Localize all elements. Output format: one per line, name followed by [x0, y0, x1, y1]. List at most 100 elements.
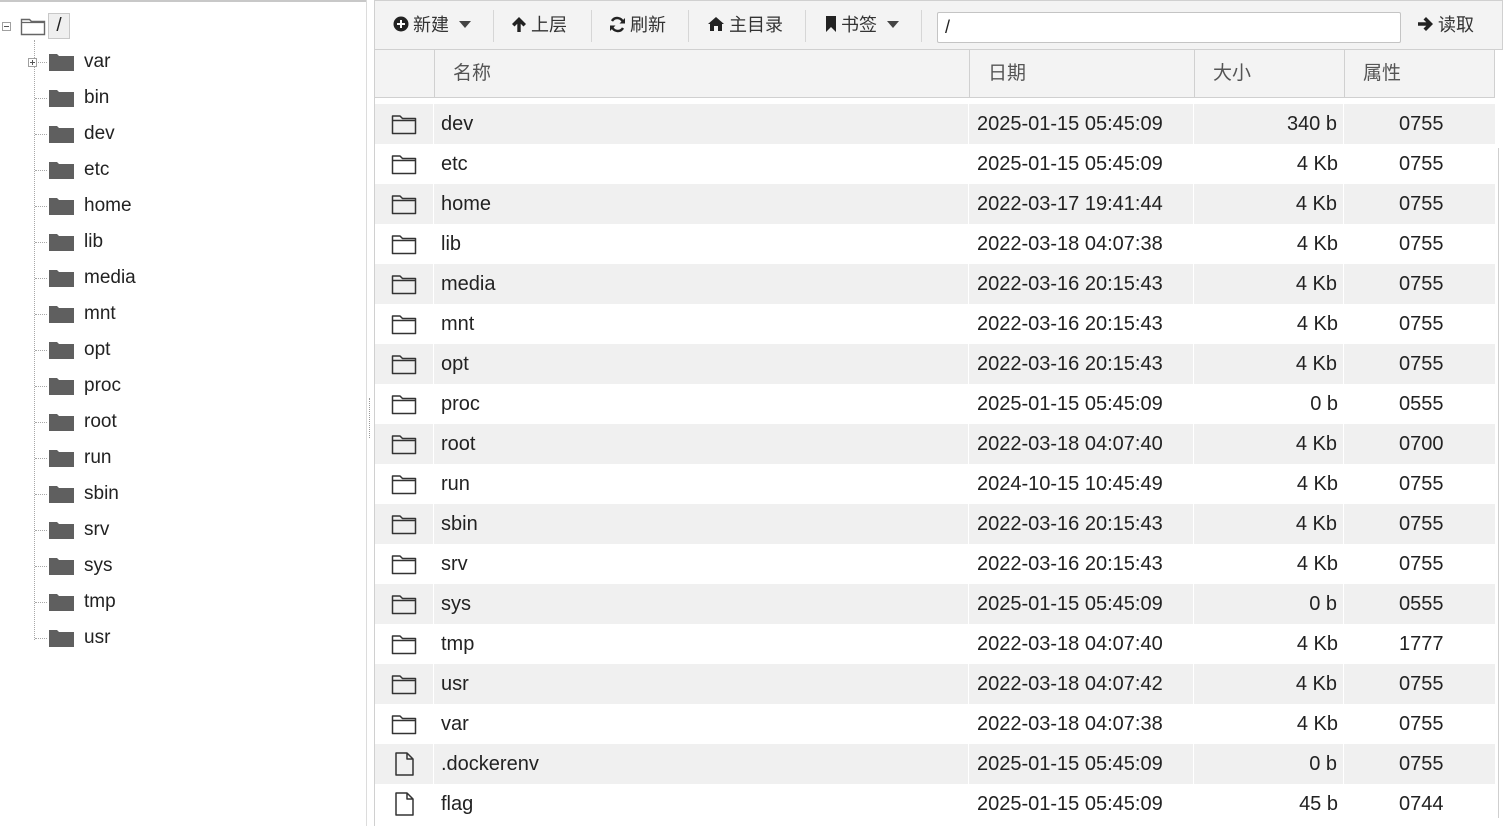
folder-icon: [391, 315, 417, 335]
file-row[interactable]: root 2022-03-18 04:07:40 4 Kb 0700: [375, 424, 1495, 464]
column-header-date[interactable]: 日期: [970, 50, 1195, 97]
file-row[interactable]: sbin 2022-03-16 20:15:43 4 Kb 0755: [375, 504, 1495, 544]
tree-item-home[interactable]: home: [0, 188, 360, 224]
collapse-toggle-icon[interactable]: [2, 22, 11, 31]
file-row[interactable]: home 2022-03-17 19:41:44 4 Kb 0755: [375, 184, 1495, 224]
file-name[interactable]: root: [434, 424, 969, 464]
column-header-attr[interactable]: 属性: [1345, 50, 1495, 97]
file-name[interactable]: sys: [434, 584, 969, 624]
tree-item-root[interactable]: root: [0, 404, 360, 440]
tree-item-proc[interactable]: proc: [0, 368, 360, 404]
file-size: 4 Kb: [1296, 313, 1338, 335]
tree-item-opt[interactable]: opt: [0, 332, 360, 368]
file-row[interactable]: opt 2022-03-16 20:15:43 4 Kb 0755: [375, 344, 1495, 384]
file-name[interactable]: flag: [434, 784, 969, 824]
file-row[interactable]: mnt 2022-03-16 20:15:43 4 Kb 0755: [375, 304, 1495, 344]
file-row-icon-cell: [375, 464, 434, 504]
file-row[interactable]: var 2022-03-18 04:07:38 4 Kb 0755: [375, 704, 1495, 744]
refresh-icon: [610, 16, 625, 32]
file-row[interactable]: proc 2025-01-15 05:45:09 0 b 0555: [375, 384, 1495, 424]
file-row[interactable]: .dockerenv 2025-01-15 05:45:09 0 b 0755: [375, 744, 1495, 784]
tree-item-label: home: [84, 195, 132, 216]
file-row[interactable]: srv 2022-03-16 20:15:43 4 Kb 0755: [375, 544, 1495, 584]
file-row[interactable]: media 2022-03-16 20:15:43 4 Kb 0755: [375, 264, 1495, 304]
file-size: 4 Kb: [1296, 713, 1338, 735]
file-name[interactable]: .dockerenv: [434, 744, 969, 784]
file-name[interactable]: dev: [434, 104, 969, 144]
folder-icon: [391, 595, 417, 615]
file-name[interactable]: home: [434, 184, 969, 224]
tree-item-label: root: [84, 411, 117, 432]
file-row-icon-cell: [375, 184, 434, 224]
file-row[interactable]: run 2024-10-15 10:45:49 4 Kb 0755: [375, 464, 1495, 504]
tree-item-bin[interactable]: bin: [0, 80, 360, 116]
home-button[interactable]: 主目录: [707, 1, 783, 49]
file-row-icon-cell: [375, 584, 434, 624]
file-name[interactable]: var: [434, 704, 969, 744]
column-header-name[interactable]: 名称: [435, 50, 970, 97]
file-list-header: 名称 日期 大小 属性: [374, 50, 1495, 98]
file-name[interactable]: run: [434, 464, 969, 504]
file-row[interactable]: lib 2022-03-18 04:07:38 4 Kb 0755: [375, 224, 1495, 264]
file-row[interactable]: tmp 2022-03-18 04:07:40 4 Kb 1777: [375, 624, 1495, 664]
path-input[interactable]: [937, 12, 1401, 43]
file-row-icon-cell: [375, 624, 434, 664]
file-size: 4 Kb: [1194, 664, 1344, 704]
file-name[interactable]: usr: [434, 664, 969, 704]
bookmarks-button[interactable]: 书签: [825, 1, 899, 49]
tree-item-run[interactable]: run: [0, 440, 360, 476]
file-name[interactable]: proc: [434, 384, 969, 424]
tree-item-tmp[interactable]: tmp: [0, 584, 360, 620]
tree-item-usr[interactable]: usr: [0, 620, 360, 656]
file-size: 4 Kb: [1194, 184, 1344, 224]
tree-item-lib[interactable]: lib: [0, 224, 360, 260]
folder-icon: [391, 675, 417, 695]
file-name[interactable]: tmp: [434, 624, 969, 664]
tree-item-label: tmp: [84, 591, 116, 612]
new-button[interactable]: 新建: [393, 1, 471, 49]
file-name[interactable]: lib: [434, 224, 969, 264]
tree-item-mnt[interactable]: mnt: [0, 296, 360, 332]
file-name[interactable]: mnt: [434, 304, 969, 344]
tree-item-label: srv: [84, 519, 110, 540]
tree-item-var[interactable]: var: [0, 44, 360, 80]
file-name[interactable]: sbin: [434, 504, 969, 544]
refresh-button[interactable]: 刷新: [609, 1, 666, 49]
column-header-size[interactable]: 大小: [1195, 50, 1345, 97]
tree-item-sbin[interactable]: sbin: [0, 476, 360, 512]
new-button-label: 新建: [413, 15, 449, 35]
folder-icon: [49, 234, 74, 251]
panel-splitter[interactable]: [366, 0, 374, 826]
file-attr: 0755: [1399, 313, 1444, 335]
tree-item-dev[interactable]: dev: [0, 116, 360, 152]
file-size: 4 Kb: [1194, 424, 1344, 464]
file-row-icon-cell: [375, 664, 434, 704]
file-row[interactable]: dev 2025-01-15 05:45:09 340 b 0755: [375, 104, 1495, 144]
tree-item-sys[interactable]: sys: [0, 548, 360, 584]
vertical-scrollbar[interactable]: [1495, 98, 1503, 826]
tree-item-label: proc: [84, 375, 121, 396]
file-row[interactable]: sys 2025-01-15 05:45:09 0 b 0555: [375, 584, 1495, 624]
file-name[interactable]: opt: [434, 344, 969, 384]
file-size: 4 Kb: [1296, 233, 1338, 255]
folder-icon: [49, 126, 74, 143]
file-name[interactable]: srv: [434, 544, 969, 584]
tree-item-label: mnt: [84, 303, 116, 324]
file-name[interactable]: media: [434, 264, 969, 304]
tree-root-label[interactable]: /: [48, 13, 70, 39]
file-row[interactable]: usr 2022-03-18 04:07:42 4 Kb 0755: [375, 664, 1495, 704]
read-button[interactable]: 读取: [1418, 1, 1474, 49]
bookmarks-label: 书签: [841, 15, 877, 35]
expand-toggle-icon[interactable]: [28, 58, 37, 67]
up-level-button[interactable]: 上层: [511, 1, 567, 49]
folder-icon: [49, 630, 74, 647]
file-row[interactable]: flag 2025-01-15 05:45:09 45 b 0744: [375, 784, 1495, 824]
tree-item-srv[interactable]: srv: [0, 512, 360, 548]
file-name[interactable]: etc: [434, 144, 969, 184]
tree-item-etc[interactable]: etc: [0, 152, 360, 188]
file-row[interactable]: etc 2025-01-15 05:45:09 4 Kb 0755: [375, 144, 1495, 184]
file-size: 0 b: [1194, 744, 1344, 784]
tree-item-media[interactable]: media: [0, 260, 360, 296]
file-row-icon-cell: [375, 224, 434, 264]
file-date: 2025-01-15 05:45:09: [969, 584, 1194, 624]
